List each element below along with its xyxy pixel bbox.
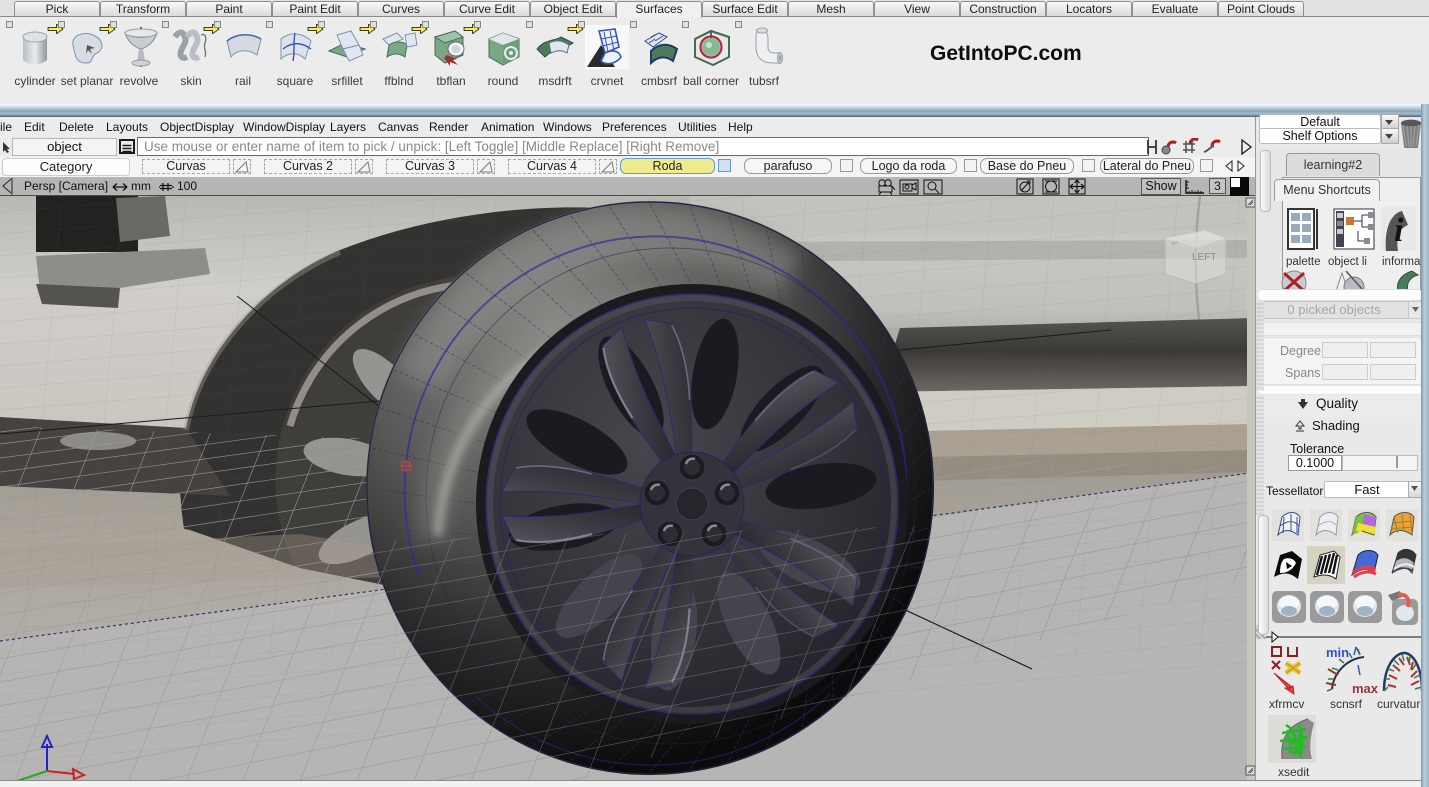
svg-text:i: i: [1394, 212, 1404, 249]
svg-text:LEFT: LEFT: [1192, 252, 1216, 263]
svg-text:min: min: [1326, 645, 1349, 660]
svg-text:max: max: [1352, 681, 1379, 695]
